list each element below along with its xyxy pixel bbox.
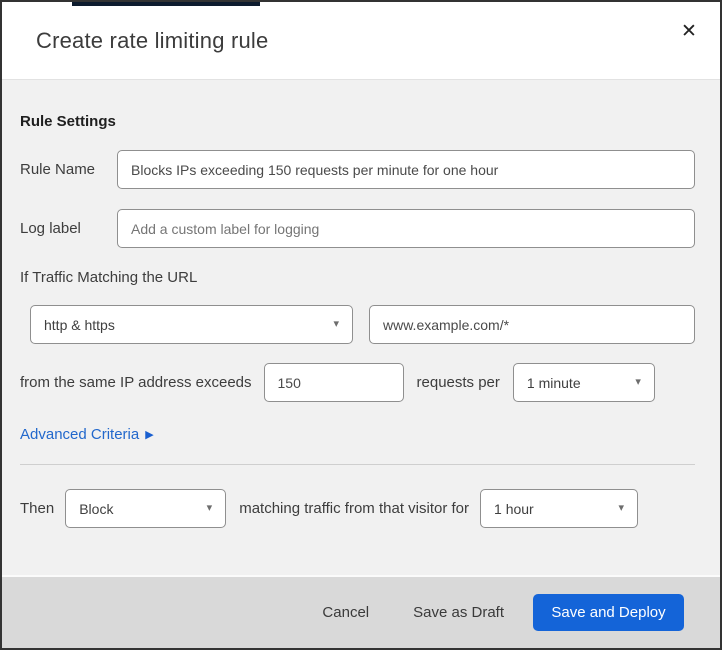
scheme-select-value: http & https bbox=[44, 316, 115, 333]
create-rate-limiting-rule-dialog: Create rate limiting rule ✕ Rule Setting… bbox=[0, 0, 722, 650]
rule-name-label: Rule Name bbox=[20, 161, 96, 178]
background-window-edge bbox=[72, 2, 260, 6]
threshold-text-before: from the same IP address exceeds bbox=[20, 374, 252, 391]
dialog-body: Rule Settings Rule Name Log label If Tra… bbox=[2, 80, 720, 575]
arrow-right-icon: ▶ bbox=[145, 429, 154, 441]
close-icon[interactable]: ✕ bbox=[676, 18, 702, 44]
period-select[interactable]: 1 minute ▾ bbox=[512, 363, 655, 402]
dialog-footer: Cancel Save as Draft Save and Deploy bbox=[2, 575, 720, 648]
chevron-down-icon: ▾ bbox=[206, 502, 213, 514]
action-select[interactable]: Block ▾ bbox=[65, 489, 227, 528]
dialog-header: Create rate limiting rule ✕ bbox=[2, 2, 720, 80]
advanced-criteria-label: Advanced Criteria bbox=[20, 426, 140, 443]
then-label: Then bbox=[20, 500, 55, 517]
rule-name-input[interactable] bbox=[117, 150, 695, 189]
request-count-input[interactable] bbox=[263, 363, 404, 402]
action-select-value: Block bbox=[79, 500, 114, 517]
save-and-deploy-button[interactable]: Save and Deploy bbox=[533, 594, 684, 631]
traffic-match-intro: If Traffic Matching the URL bbox=[20, 269, 198, 286]
log-label-row: Log label bbox=[20, 209, 695, 248]
advanced-criteria-link[interactable]: Advanced Criteria ▶ bbox=[20, 426, 154, 443]
chevron-down-icon: ▾ bbox=[635, 376, 641, 388]
threshold-row: from the same IP address exceeds request… bbox=[20, 363, 695, 402]
duration-select-value: 1 hour bbox=[494, 500, 534, 517]
chevron-down-icon: ▾ bbox=[333, 318, 339, 330]
dialog-title: Create rate limiting rule bbox=[36, 27, 269, 53]
log-label-label: Log label bbox=[20, 220, 81, 237]
traffic-match-row: http & https ▾ bbox=[20, 305, 695, 344]
chevron-down-icon: ▾ bbox=[618, 502, 625, 514]
rule-name-row: Rule Name bbox=[20, 150, 695, 189]
action-middle-text: matching traffic from that visitor for bbox=[239, 500, 470, 517]
scheme-select[interactable]: http & https ▾ bbox=[30, 305, 353, 344]
section-divider bbox=[20, 464, 695, 465]
log-label-input[interactable] bbox=[117, 209, 695, 248]
action-row: Then Block ▾ matching traffic from that … bbox=[20, 489, 695, 528]
threshold-text-after: requests per bbox=[416, 374, 500, 391]
duration-select[interactable]: 1 hour ▾ bbox=[480, 489, 639, 528]
cancel-button[interactable]: Cancel bbox=[307, 596, 384, 629]
save-as-draft-button[interactable]: Save as Draft bbox=[398, 596, 519, 629]
rule-settings-heading: Rule Settings bbox=[20, 113, 116, 130]
url-pattern-input[interactable] bbox=[369, 305, 695, 344]
period-select-value: 1 minute bbox=[526, 374, 581, 391]
